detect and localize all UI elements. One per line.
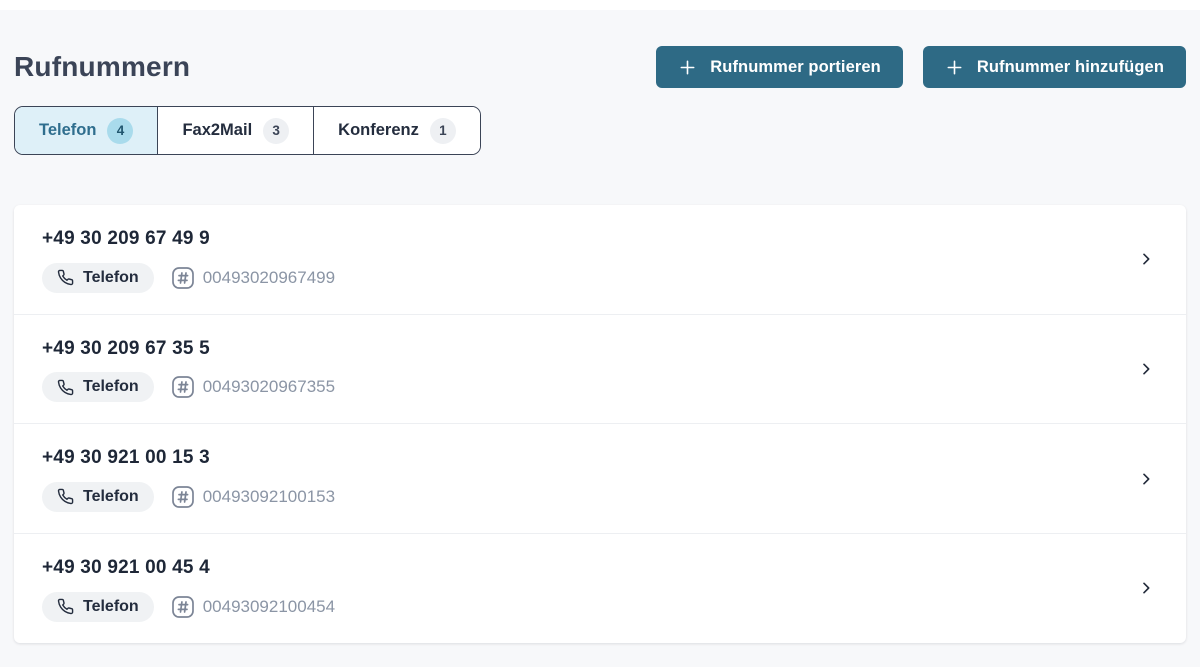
number-type-badge-label: Telefon	[83, 378, 139, 396]
row-content: +49 30 921 00 15 3 Telefon 0049309210015…	[42, 445, 335, 512]
technical-number-value: 00493020967355	[203, 377, 335, 397]
number-type-badge: Telefon	[42, 482, 154, 512]
plus-icon	[678, 58, 697, 77]
page-title: Rufnummern	[14, 49, 190, 85]
row-meta: Telefon 00493092100454	[42, 592, 335, 622]
plus-icon	[945, 58, 964, 77]
tab-telefon-count-badge: 4	[107, 118, 133, 144]
chevron-right-icon	[1138, 251, 1154, 267]
technical-number-value: 00493092100153	[203, 487, 335, 507]
row-content: +49 30 209 67 35 5 Telefon 0049302096735…	[42, 336, 335, 403]
phone-numbers-page: Rufnummern Rufnummer portieren Rufnummer…	[0, 46, 1200, 643]
phone-number-display: +49 30 921 00 45 4	[42, 555, 335, 581]
tab-fax2mail-count-badge: 3	[263, 118, 289, 144]
chevron-right-icon	[1138, 471, 1154, 487]
tab-fax2mail[interactable]: Fax2Mail 3	[157, 107, 313, 154]
number-type-badge: Telefon	[42, 372, 154, 402]
phone-number-list: +49 30 209 67 49 9 Telefon 0049302096749…	[14, 205, 1186, 643]
phone-icon	[57, 598, 74, 615]
chevron-right-icon	[1138, 580, 1154, 596]
technical-number: 00493020967499	[171, 266, 335, 290]
add-number-button[interactable]: Rufnummer hinzufügen	[923, 46, 1186, 88]
technical-number: 00493092100454	[171, 595, 335, 619]
number-type-badge-label: Telefon	[83, 269, 139, 287]
tab-telefon[interactable]: Telefon 4	[15, 107, 157, 154]
row-meta: Telefon 00493020967355	[42, 372, 335, 402]
phone-number-row[interactable]: +49 30 921 00 45 4 Telefon 0049309210045…	[14, 533, 1186, 643]
tab-fax2mail-label: Fax2Mail	[182, 121, 252, 140]
number-type-badge-label: Telefon	[83, 488, 139, 506]
header-actions: Rufnummer portieren Rufnummer hinzufügen	[656, 46, 1186, 88]
phone-number-row[interactable]: +49 30 209 67 35 5 Telefon 0049302096735…	[14, 314, 1186, 424]
tab-konferenz-label: Konferenz	[338, 121, 419, 140]
hash-icon	[171, 595, 195, 619]
number-type-badge-label: Telefon	[83, 598, 139, 616]
hash-icon	[171, 266, 195, 290]
tab-telefon-label: Telefon	[39, 121, 96, 140]
hash-icon	[171, 485, 195, 509]
window-top-strip	[0, 0, 1200, 10]
phone-number-row[interactable]: +49 30 209 67 49 9 Telefon 0049302096749…	[14, 205, 1186, 314]
port-number-button[interactable]: Rufnummer portieren	[656, 46, 903, 88]
row-content: +49 30 209 67 49 9 Telefon 0049302096749…	[42, 226, 335, 293]
phone-number-display: +49 30 209 67 35 5	[42, 336, 335, 362]
technical-number-value: 00493020967499	[203, 268, 335, 288]
row-content: +49 30 921 00 45 4 Telefon 0049309210045…	[42, 555, 335, 622]
phone-icon	[57, 379, 74, 396]
page-header: Rufnummern Rufnummer portieren Rufnummer…	[14, 46, 1186, 88]
number-type-tabs: Telefon 4 Fax2Mail 3 Konferenz 1	[14, 106, 481, 155]
port-number-button-label: Rufnummer portieren	[710, 58, 881, 77]
phone-icon	[57, 269, 74, 286]
phone-icon	[57, 488, 74, 505]
number-type-badge: Telefon	[42, 592, 154, 622]
chevron-right-icon	[1138, 361, 1154, 377]
row-meta: Telefon 00493092100153	[42, 482, 335, 512]
technical-number-value: 00493092100454	[203, 597, 335, 617]
tab-konferenz-count-badge: 1	[430, 118, 456, 144]
phone-number-row[interactable]: +49 30 921 00 15 3 Telefon 0049309210015…	[14, 423, 1186, 533]
technical-number: 00493020967355	[171, 375, 335, 399]
add-number-button-label: Rufnummer hinzufügen	[977, 58, 1164, 77]
hash-icon	[171, 375, 195, 399]
row-meta: Telefon 00493020967499	[42, 263, 335, 293]
number-type-badge: Telefon	[42, 263, 154, 293]
phone-number-display: +49 30 209 67 49 9	[42, 226, 335, 252]
phone-number-display: +49 30 921 00 15 3	[42, 445, 335, 471]
technical-number: 00493092100153	[171, 485, 335, 509]
tab-konferenz[interactable]: Konferenz 1	[313, 107, 480, 154]
